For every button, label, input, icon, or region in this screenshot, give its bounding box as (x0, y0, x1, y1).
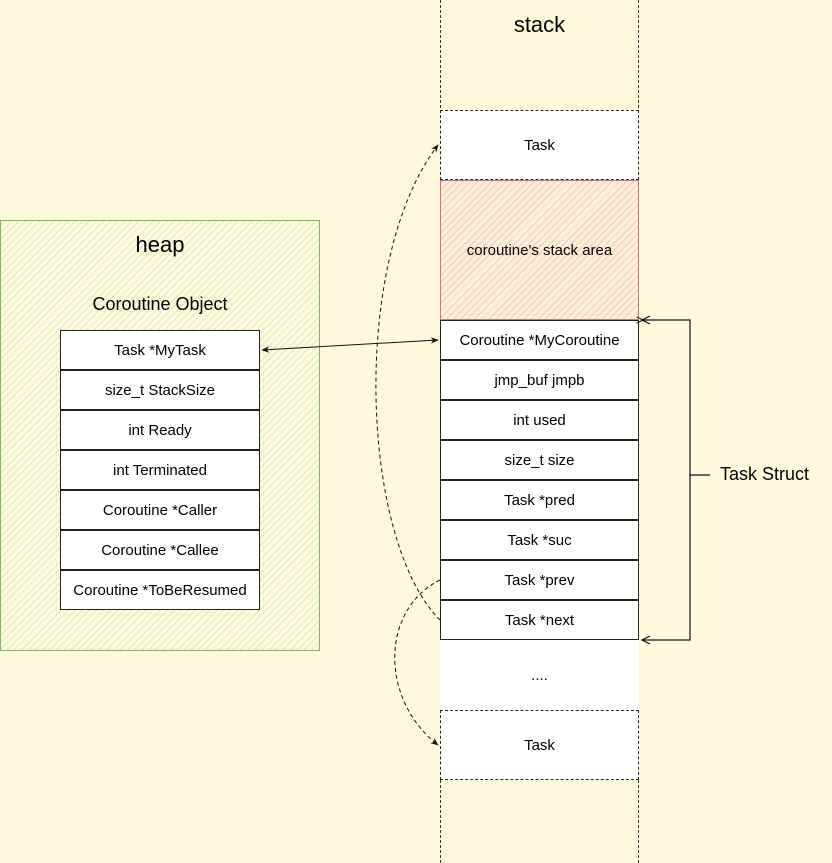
ellipsis-label: .... (531, 666, 548, 684)
top-task-label: Task (524, 136, 555, 154)
task-field-used[interactable]: int used (440, 400, 639, 440)
task-field-prev[interactable]: Task *prev (440, 560, 639, 600)
field-label: Task *suc (507, 531, 572, 549)
field-label: Task *MyTask (114, 341, 206, 359)
field-label: int Terminated (113, 461, 207, 479)
field-label: int Ready (128, 421, 192, 439)
field-label: Coroutine *Callee (101, 541, 219, 559)
task-field-size[interactable]: size_t size (440, 440, 639, 480)
coroutine-field-callee[interactable]: Coroutine *Callee (60, 530, 260, 570)
field-label: Coroutine *Caller (102, 501, 218, 519)
field-label: int used (513, 411, 566, 429)
prev-pointer-arrow (394, 579, 441, 746)
coroutine-object-title: Coroutine Object (92, 294, 228, 314)
coroutine-field-ready[interactable]: int Ready (60, 410, 260, 450)
bracket-bottom-arrowhead (640, 635, 651, 645)
task-struct-label: Task Struct (720, 464, 810, 484)
field-label: Task *next (504, 611, 575, 629)
task-field-mycoroutine[interactable]: Coroutine *MyCoroutine (440, 320, 639, 360)
next-pointer-arrow (375, 144, 441, 621)
field-label: size_t StackSize (104, 381, 216, 399)
task-field-jmpb[interactable]: jmp_buf jmpb (440, 360, 639, 400)
task-struct-bracket (642, 319, 691, 641)
bottom-task-label: Task (524, 736, 555, 754)
coroutine-field-stacksize[interactable]: size_t StackSize (60, 370, 260, 410)
heap-title: heap (135, 232, 185, 257)
field-label: Task *pred (504, 491, 575, 509)
task-field-pred[interactable]: Task *pred (440, 480, 639, 520)
ellipsis-area: .... (440, 640, 639, 710)
field-label: Coroutine *ToBeResumed (73, 581, 247, 599)
bottom-task-box[interactable]: Task (440, 710, 639, 780)
coroutine-field-tobe-resumed[interactable]: Coroutine *ToBeResumed (60, 570, 260, 610)
coroutine-field-terminated[interactable]: int Terminated (60, 450, 260, 490)
task-field-suc[interactable]: Task *suc (440, 520, 639, 560)
field-label: Task *prev (504, 571, 575, 589)
top-task-box[interactable]: Task (440, 110, 639, 180)
task-field-next[interactable]: Task *next (440, 600, 639, 640)
stack-area-label: coroutine's stack area (466, 241, 613, 259)
field-label: size_t size (504, 451, 575, 469)
coroutine-field-caller[interactable]: Coroutine *Caller (60, 490, 260, 530)
field-label: jmp_buf jmpb (494, 371, 585, 389)
stack-title: stack (513, 12, 566, 37)
field-label: Coroutine *MyCoroutine (459, 331, 620, 349)
coroutine-stack-area[interactable]: coroutine's stack area (440, 180, 639, 320)
bracket-top-arrowhead (640, 315, 651, 325)
coroutine-field-mytask[interactable]: Task *MyTask (60, 330, 260, 370)
